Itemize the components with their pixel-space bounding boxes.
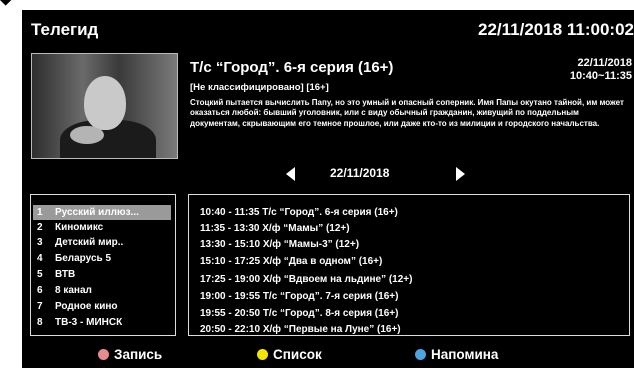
channel-name: ВТВ: [55, 269, 76, 280]
channel-name: Русский иллюз...: [55, 207, 139, 218]
program-rating: [Не классифицировано] [16+]: [190, 82, 329, 93]
program-description: Стоцкий пытается вычислить Папу, но это …: [190, 98, 624, 128]
schedule-list: 10:40 - 11:35 Т/с “Город”. 6-я серия (16…: [188, 194, 630, 336]
channel-item-3[interactable]: 3 Детский мир..: [33, 235, 171, 250]
program-title: Т/с “Город”. 6-я серия (16+): [190, 59, 394, 76]
channel-item-8[interactable]: 8 ТВ-3 - МИНСК: [33, 315, 171, 330]
red-dot-icon: [98, 349, 109, 360]
channel-item-2[interactable]: 2 Киномикс: [33, 220, 171, 235]
schedule-item[interactable]: 19:00 - 19:55 Т/с “Город”. 7-я серия (16…: [200, 291, 398, 302]
schedule-item[interactable]: 13:30 - 15:10 Х/ф “Мамы-3” (12+): [200, 239, 359, 250]
schedule-item[interactable]: 17:25 - 19:00 Х/ф “Вдвоем на льдине” (12…: [200, 274, 412, 285]
channel-number: 8: [37, 317, 43, 328]
app-title: Телегид: [31, 20, 99, 39]
channel-name: Беларусь 5: [55, 253, 112, 264]
record-label: Запись: [114, 347, 163, 362]
program-thumbnail: [31, 53, 178, 159]
schedule-item[interactable]: 11:35 - 13:30 Х/ф “Мамы” (12+): [200, 223, 350, 234]
program-date: 22/11/2018: [577, 57, 632, 69]
date-navigator: 22/11/2018: [286, 165, 466, 183]
blue-dot-icon: [415, 349, 426, 360]
channel-number: 5: [37, 269, 43, 280]
schedule-item[interactable]: 19:55 - 20:50 Т/с “Город”. 8-я серия (16…: [200, 308, 398, 319]
schedule-item[interactable]: 10:40 - 11:35 Т/с “Город”. 6-я серия (16…: [200, 207, 398, 218]
channel-name: 8 канал: [55, 285, 92, 296]
channel-item-5[interactable]: 5 ВТВ: [33, 267, 171, 282]
channel-number: 2: [37, 222, 43, 233]
tv-guide-screen: Телегид 22/11/2018 11:00:02 Т/с “Город”.…: [22, 10, 634, 368]
schedule-item[interactable]: 20:50 - 22:10 Х/ф “Первые на Луне” (16+): [200, 324, 401, 335]
channel-name: ТВ-3 - МИНСК: [55, 317, 123, 328]
channel-item-4[interactable]: 4 Беларусь 5: [33, 251, 171, 266]
channel-number: 4: [37, 253, 43, 264]
schedule-item[interactable]: 15:10 - 17:25 Х/ф “Два в одном” (16+): [200, 256, 382, 267]
list-label: Список: [273, 347, 322, 362]
reminder-legend[interactable]: Напомина: [415, 347, 498, 362]
decor-stripe: [0, 0, 112, 6]
yellow-dot-icon: [257, 349, 268, 360]
channel-number: 3: [37, 237, 43, 248]
next-date-arrow-icon[interactable]: [456, 167, 465, 181]
channel-number: 6: [37, 285, 43, 296]
record-legend[interactable]: Запись: [98, 347, 162, 362]
channel-item-7[interactable]: 7 Родное кино: [33, 299, 171, 314]
channel-number: 1: [37, 207, 43, 218]
channel-list: 1 Русский иллюз... 2 Киномикс 3 Детский …: [30, 194, 176, 336]
channel-item-1[interactable]: 1 Русский иллюз...: [33, 205, 171, 220]
channel-name: Детский мир..: [55, 237, 124, 248]
reminder-label: Напомина: [431, 347, 499, 362]
channel-name: Киномикс: [55, 222, 104, 233]
prev-date-arrow-icon[interactable]: [286, 167, 295, 181]
channel-name: Родное кино: [55, 301, 118, 312]
clock: 22/11/2018 11:00:02: [478, 20, 634, 39]
date-nav-label: 22/11/2018: [330, 166, 390, 180]
channel-item-6[interactable]: 6 8 канал: [33, 283, 171, 298]
program-time: 10:40~11:35: [569, 70, 632, 82]
list-legend[interactable]: Список: [257, 347, 322, 362]
channel-number: 7: [37, 301, 43, 312]
